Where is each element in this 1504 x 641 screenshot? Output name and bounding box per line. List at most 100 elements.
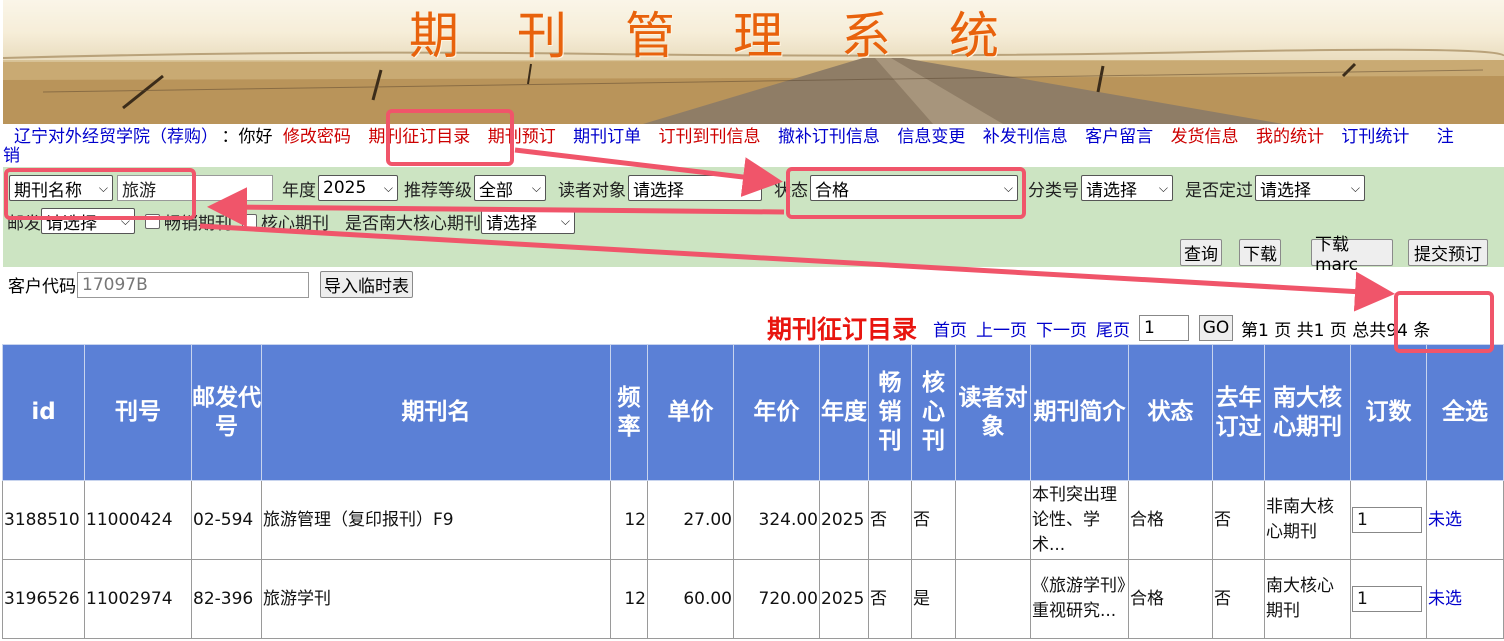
nav-change-password[interactable]: 修改密码 [283,127,351,147]
col-select-all[interactable]: 全选 [1426,344,1504,481]
school-name-link[interactable]: 辽宁对外经贸学院（荐购） [14,127,210,147]
nav-shipping-info[interactable]: 发货信息 [1171,127,1239,147]
cell-frequency: 12 [610,480,648,560]
query-button[interactable]: 查询 [1180,239,1222,266]
quantity-input[interactable]: 1 [1352,507,1422,533]
cell-nju-core: 非南大核心期刊 [1264,480,1351,560]
col-year: 年度 [819,344,869,481]
submit-preorder-button[interactable]: 提交预订 [1408,239,1488,266]
nju-core-select[interactable]: 请选择 ⌵ [481,208,575,234]
cell-core: 否 [911,480,956,560]
cell-price: 27.00 [647,480,734,560]
nav-preorder[interactable]: 期刊预订 [488,127,556,147]
nav-info-change[interactable]: 信息变更 [897,127,965,147]
chevron-down-icon: ⌵ [560,213,570,228]
select-link[interactable]: 未选 [1428,589,1462,609]
search-field-select[interactable]: 期刊名称 ⌵ [9,175,113,201]
first-page-link[interactable]: 首页 [933,316,967,341]
page-info-text: 第1 页 共1 页 总共94 条 [1241,320,1431,341]
status-select[interactable]: 合格 ⌵ [810,175,1018,201]
bestseller-label: 畅销期刊 [164,213,232,234]
ordered-select[interactable]: 请选择 ⌵ [1255,175,1365,201]
year-label: 年度 [282,180,316,201]
col-last-year: 去年订过 [1212,344,1265,481]
cell-id: 3196526 [2,559,85,639]
cell-intro: 《旅游学刊》重视研究... [1030,559,1129,639]
download-button[interactable]: 下载 [1239,239,1281,266]
nav-catalog[interactable]: 期刊征订目录 [368,127,470,147]
cell-post-code: 82-396 [191,559,262,639]
prev-page-link[interactable]: 上一页 [976,316,1027,341]
chevron-down-icon: ⌵ [747,180,757,195]
nav-messages[interactable]: 客户留言 [1085,127,1153,147]
next-page-link[interactable]: 下一页 [1036,316,1087,341]
core-checkbox[interactable] [242,213,257,229]
nav-cancel-supplement[interactable]: 撤补订刊信息 [778,127,880,147]
cell-core: 是 [911,559,956,639]
col-price: 单价 [647,344,734,481]
cell-id: 3188510 [2,480,85,560]
nav-order-stats[interactable]: 订刊统计 [1341,127,1409,147]
cell-status: 合格 [1128,480,1213,560]
nav-orders[interactable]: 期刊订单 [573,127,641,147]
class-select[interactable]: 请选择 ⌵ [1081,175,1173,201]
keyword-input[interactable]: 旅游 [117,175,273,201]
chevron-down-icon: ⌵ [1350,180,1360,195]
col-reader: 读者对象 [955,344,1031,481]
post-select[interactable]: 请选择 ⌵ [41,208,135,234]
go-button[interactable]: GO [1199,315,1234,341]
cell-post-code: 02-594 [191,480,262,560]
chevron-down-icon: ⌵ [98,180,108,195]
cell-reader [955,480,1031,560]
cell-journal-name: 旅游管理（复印报刊）F9 [261,480,611,560]
import-temp-table-button[interactable]: 导入临时表 [320,271,413,298]
recommend-select[interactable]: 全部 ⌵ [474,175,546,201]
select-link[interactable]: 未选 [1428,510,1462,530]
cell-nju-core: 南大核心期刊 [1264,559,1351,639]
cell-last-year: 否 [1212,559,1265,639]
col-year-price: 年价 [733,344,820,481]
recommend-label: 推荐等级 [404,180,472,201]
download-marc-button[interactable]: 下载marc [1311,235,1393,275]
cell-year-price: 324.00 [733,480,820,560]
filter-panel: 期刊名称 ⌵ 旅游 年度 2025 ⌵ 推荐等级 全部 ⌵ 读者对象 请选择 ⌵ 状态 … [3,167,1504,275]
cell-status: 合格 [1128,559,1213,639]
nav-logout-part2[interactable]: 销 [3,146,20,166]
col-status: 状态 [1128,344,1213,481]
reader-label: 读者对象 [558,180,626,201]
cell-reader [955,559,1031,639]
table-header-row: id 刊号 邮发代号 期刊名 频率 单价 年价 年度 畅销刊 核心刊 读者对象 … [2,344,1504,481]
last-page-link[interactable]: 尾页 [1096,316,1130,341]
client-code-input[interactable]: 17097B [77,271,309,298]
cell-select: 未选 [1426,480,1504,560]
col-issn: 刊号 [84,344,192,481]
post-label: 邮发 [7,213,41,234]
reader-select[interactable]: 请选择 ⌵ [628,175,762,201]
cell-frequency: 12 [610,559,648,639]
cell-year: 2025 [819,480,869,560]
status-label: 状态 [774,180,808,201]
cell-issn: 11000424 [84,480,192,560]
top-navigation: 辽宁对外经贸学院（荐购） ：你好 修改密码 期刊征订目录 期刊预订 期刊订单 订刊… [3,125,1504,167]
nav-my-stats[interactable]: 我的统计 [1256,127,1324,147]
col-core: 核心刊 [911,344,956,481]
nav-logout-part1[interactable]: 注 [1437,127,1454,147]
cell-bestseller: 否 [868,480,912,560]
quantity-input[interactable]: 1 [1352,586,1422,612]
col-post-code: 邮发代号 [191,344,262,481]
chevron-down-icon: ⌵ [1003,180,1013,195]
chevron-down-icon: ⌵ [531,180,541,195]
cell-last-year: 否 [1212,480,1265,560]
page-number-input[interactable]: 1 [1139,315,1190,341]
bestseller-checkbox[interactable] [145,213,160,229]
year-select[interactable]: 2025 ⌵ [318,175,398,201]
col-bestseller: 畅销刊 [868,344,912,481]
col-frequency: 频率 [610,344,648,481]
catalog-title: 期刊征订目录 [767,315,918,344]
nav-arrival-info[interactable]: 订刊到刊信息 [659,127,761,147]
pagination-bar: 期刊征订目录 首页 上一页 下一页 尾页 1 GO 第1 页 共1 页 总共94… [767,310,1430,346]
system-title: 期刊管理系统 [409,7,1057,65]
cell-issn: 11002974 [84,559,192,639]
nav-reissue-info[interactable]: 补发刊信息 [983,127,1068,147]
col-nju-core: 南大核心期刊 [1264,344,1351,481]
